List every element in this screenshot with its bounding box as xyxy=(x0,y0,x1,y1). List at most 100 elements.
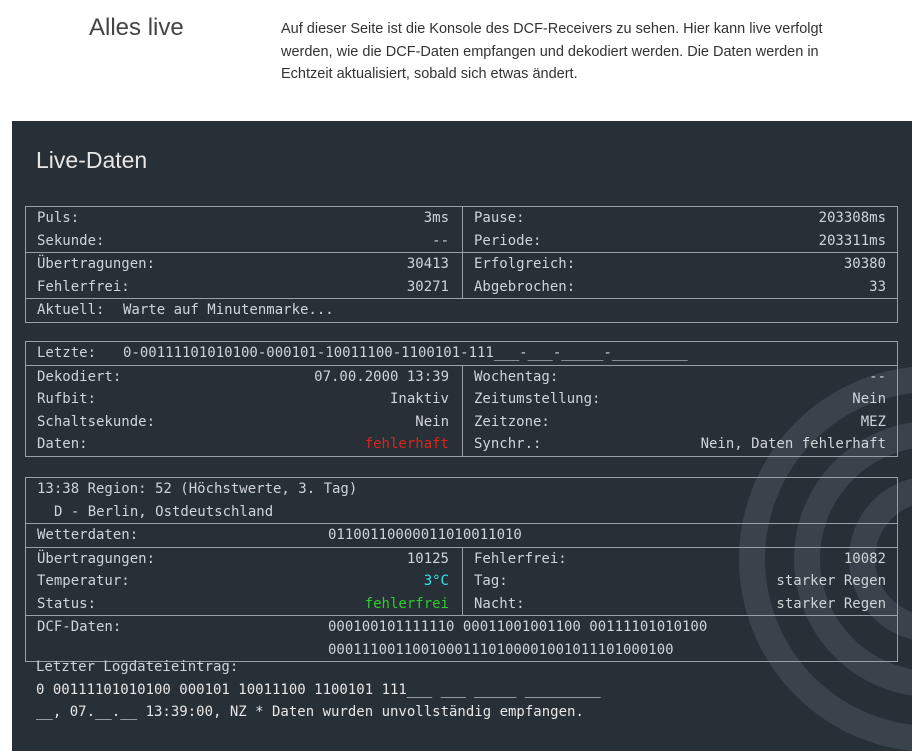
weather-row: 13:38 Region: 52 (Höchstwerte, 3. Tag) xyxy=(26,478,897,501)
wetterdaten-label: Wetterdaten: xyxy=(37,527,139,543)
weather-row: Status: fehlerfrei Nacht: starker Regen xyxy=(26,592,897,615)
uebertragungen-label: Übertragungen: xyxy=(37,256,156,272)
zeitumstellung-value: Nein xyxy=(852,391,886,407)
wochentag-label: Wochentag: xyxy=(474,368,559,385)
tag-label: Tag: xyxy=(474,573,508,589)
puls-label: Puls: xyxy=(37,210,80,226)
weather-uebertragungen-value: 10125 xyxy=(406,550,449,567)
periode-label: Periode: xyxy=(474,232,542,249)
column-divider xyxy=(462,207,463,230)
temperatur-value: 3°C xyxy=(423,573,449,589)
erfolgreich-label: Erfolgreich: xyxy=(474,256,576,272)
decode-row: Schaltsekunde: Nein Zeitzone: MEZ xyxy=(26,410,897,433)
fehlerfrei-value: 30271 xyxy=(406,278,449,295)
stats-row: Sekunde: -- Periode: 203311ms xyxy=(26,229,897,253)
weather-header-line2: D - Berlin, Ostdeutschland xyxy=(54,503,274,520)
weather-fehlerfrei-label: Fehlerfrei: xyxy=(474,550,567,567)
abgebrochen-value: 33 xyxy=(869,278,886,295)
pause-value: 203308ms xyxy=(819,207,886,230)
pause-label: Pause: xyxy=(474,210,525,226)
erfolgreich-value: 30380 xyxy=(843,256,886,272)
dekodiert-label: Dekodiert: xyxy=(37,368,122,385)
pause-unit: ms xyxy=(869,210,886,226)
column-divider xyxy=(462,547,463,570)
stats-row: Übertragungen: 30413 Erfolgreich: 30380 xyxy=(26,252,897,276)
nacht-value: starker Regen xyxy=(776,595,886,612)
column-divider xyxy=(462,229,463,252)
log-line1: 0 00111101010100 000101 10011100 1100101… xyxy=(36,682,601,698)
periode-value: 203311ms xyxy=(819,230,886,253)
stats-row: Fehlerfrei: 30271 Abgebrochen: 33 xyxy=(26,275,897,298)
dcf-daten-value-line2: 0001110011001000111010000100101110100010… xyxy=(328,641,674,658)
column-divider xyxy=(462,253,463,276)
column-divider xyxy=(462,410,463,433)
nacht-label: Nacht: xyxy=(474,595,525,612)
weather-row: Temperatur: 3°C Tag: starker Regen xyxy=(26,570,897,593)
weather-fehlerfrei-value: 10082 xyxy=(843,550,886,567)
weather-row: DCF-Daten: 000100101111110 0001100100110… xyxy=(26,615,897,661)
decode-row: Daten: fehlerhaft Synchr.: Nein, Daten f… xyxy=(26,433,897,456)
wetterdaten-value: 01100110000011010011010 xyxy=(328,527,522,543)
weather-row: Übertragungen: 10125 Fehlerfrei: 10082 xyxy=(26,546,897,570)
abgebrochen-label: Abgebrochen: xyxy=(474,278,576,295)
stats-row: Aktuell: Warte auf Minutenmarke... xyxy=(26,298,897,322)
fehlerfrei-label: Fehlerfrei: xyxy=(37,278,130,295)
column-divider xyxy=(462,388,463,411)
uebertragungen-value: 30413 xyxy=(406,256,449,272)
daten-value: fehlerhaft xyxy=(364,436,449,452)
weather-box: 13:38 Region: 52 (Höchstwerte, 3. Tag) D… xyxy=(25,477,898,662)
dcf-daten-value-line1: 000100101111110 00011001001100 001111010… xyxy=(328,619,708,635)
synchr-value: Nein, Daten fehlerhaft xyxy=(700,436,886,452)
synchr-label: Synchr.: xyxy=(474,436,542,452)
aktuell-label: Aktuell: xyxy=(37,302,105,318)
sekunde-label: Sekunde: xyxy=(37,232,105,249)
weather-uebertragungen-label: Übertragungen: xyxy=(37,550,156,567)
intro-title: Alles live xyxy=(89,14,184,41)
dcf-daten-label: DCF-Daten: xyxy=(37,619,122,635)
log-label: Letzter Logdateieintrag: xyxy=(36,659,239,675)
schaltsekunde-value: Nein xyxy=(415,413,449,430)
schaltsekunde-label: Schaltsekunde: xyxy=(37,413,156,430)
wochentag-value: -- xyxy=(869,368,886,385)
rufbit-value: Inaktiv xyxy=(389,391,449,407)
weather-row: Wetterdaten: 01100110000011010011010 xyxy=(26,523,897,547)
puls-unit: ms xyxy=(432,210,449,226)
decode-row: Letzte: 0-00111101010100-000101-10011100… xyxy=(26,342,897,365)
status-label: Status: xyxy=(37,595,97,612)
decode-box: Letzte: 0-00111101010100-000101-10011100… xyxy=(25,341,898,457)
daten-label: Daten: xyxy=(37,436,88,452)
decode-row: Rufbit: Inaktiv Zeitumstellung: Nein xyxy=(26,388,897,411)
column-divider xyxy=(462,365,463,388)
column-divider xyxy=(462,433,463,456)
periode-unit: ms xyxy=(869,232,886,249)
temperatur-label: Temperatur: xyxy=(37,573,130,589)
zeitumstellung-label: Zeitumstellung: xyxy=(474,391,601,407)
zeitzone-label: Zeitzone: xyxy=(474,413,550,430)
letzte-label: Letzte: xyxy=(37,345,97,361)
intro-text-line: Auf dieser Seite ist die Konsole des DCF… xyxy=(281,21,823,37)
intro-text-line: werden, wie die DCF-Daten empfangen und … xyxy=(281,43,819,60)
weather-header-line1: 13:38 Region: 52 (Höchstwerte, 3. Tag) xyxy=(37,481,358,497)
dekodiert-value: 07.00.2000 13:39 xyxy=(314,368,449,385)
panel-title: Live-Daten xyxy=(36,147,148,173)
rufbit-label: Rufbit: xyxy=(37,391,97,407)
puls-value: 3ms xyxy=(424,207,449,230)
tag-value: starker Regen xyxy=(776,573,886,589)
sekunde-value: -- xyxy=(432,232,449,249)
intro-text: Auf dieser Seite ist die Konsole des DCF… xyxy=(281,18,851,86)
status-value: fehlerfrei xyxy=(364,595,449,612)
stats-row: Puls: 3ms Pause: 203308ms xyxy=(26,207,897,230)
stats-box: Puls: 3ms Pause: 203308ms Sekunde: -- Pe… xyxy=(25,206,898,323)
decode-row: Dekodiert: 07.00.2000 13:39 Wochentag: -… xyxy=(26,364,897,388)
live-data-panel: Live-Daten Puls: 3ms Pause: 203308ms Sek… xyxy=(12,121,912,751)
intro-text-line: Echtzeit aktualisiert, sobald sich etwas… xyxy=(281,66,578,82)
puls-number: 3 xyxy=(423,210,433,226)
weather-row: D - Berlin, Ostdeutschland xyxy=(26,501,897,524)
column-divider xyxy=(462,570,463,593)
aktuell-value: Warte auf Minutenmarke... xyxy=(123,302,334,318)
zeitzone-value: MEZ xyxy=(860,413,886,430)
log-line2: __, 07.__.__ 13:39:00, NZ * Daten wurden… xyxy=(36,704,584,720)
periode-number: 203311 xyxy=(818,232,870,249)
column-divider xyxy=(462,592,463,615)
pause-number: 203308 xyxy=(818,210,870,226)
